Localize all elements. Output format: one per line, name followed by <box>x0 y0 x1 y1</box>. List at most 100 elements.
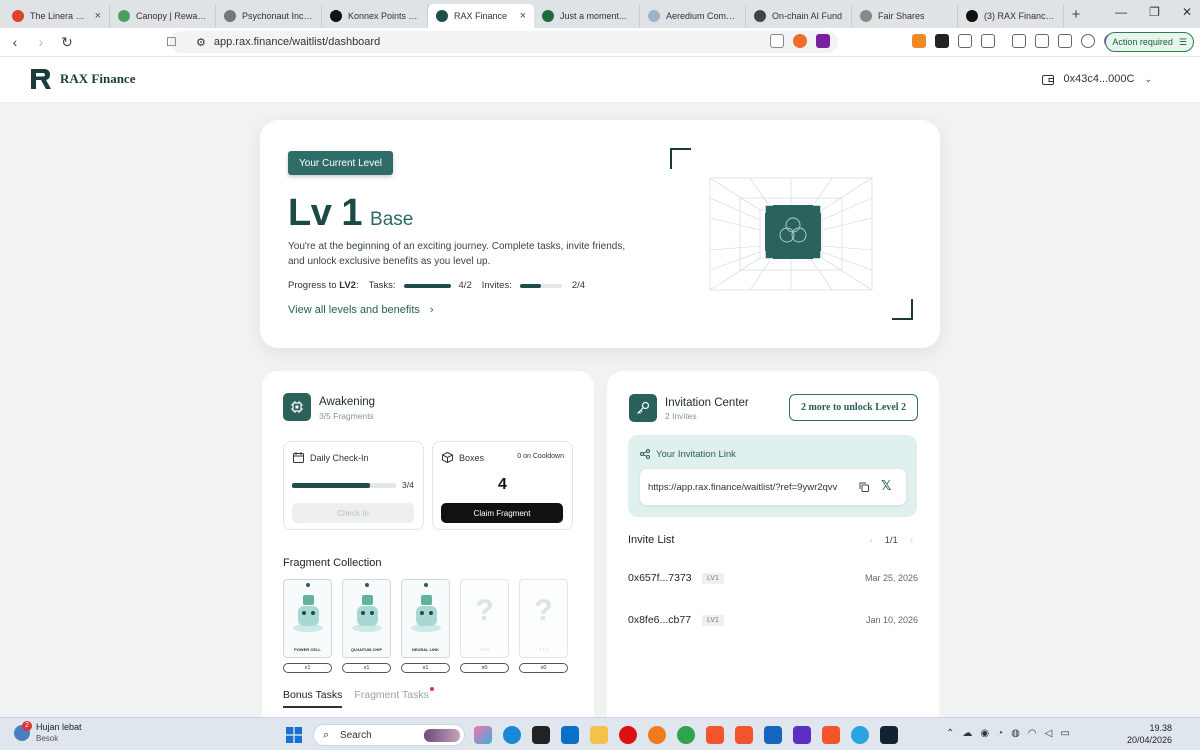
invitation-title: Invitation Center <box>665 397 749 409</box>
tab-bonus-tasks[interactable]: Bonus Tasks <box>283 689 343 708</box>
wallet-icon <box>1041 74 1054 85</box>
file-explorer-icon[interactable] <box>590 726 608 744</box>
clock-icon[interactable]: ◔ <box>997 728 1003 739</box>
wallet-dropdown[interactable]: 0x43c4...000C ⌄ <box>1041 73 1152 85</box>
action-required-button[interactable]: Action required ☰ <box>1105 32 1194 52</box>
battery-icon[interactable]: ▭ <box>1060 728 1069 739</box>
system-clock[interactable]: 19.38 20/04/2026 <box>1127 722 1172 746</box>
invites-label: Invites: <box>481 280 512 291</box>
chrome-icon[interactable] <box>677 726 695 744</box>
tasks-progress-fill <box>403 283 451 288</box>
brave-icon[interactable] <box>706 726 724 744</box>
view-levels-link[interactable]: View all levels and benefits › <box>288 304 434 316</box>
app-icon[interactable] <box>793 726 811 744</box>
close-window-icon[interactable]: ✕ <box>1182 5 1192 19</box>
metamask-app-icon[interactable] <box>880 726 898 744</box>
wallet-icon[interactable] <box>1035 34 1049 48</box>
search-highlight-icon <box>424 729 460 742</box>
invitation-card: Invitation Center 2 Invites 2 more to un… <box>607 371 939 717</box>
browser-tab[interactable]: Canopy | Rewards <box>110 4 216 28</box>
metamask-icon[interactable] <box>912 34 926 48</box>
forward-icon[interactable]: › <box>30 34 52 50</box>
sidebar-icon[interactable] <box>1012 34 1026 48</box>
firefox-icon[interactable] <box>648 726 666 744</box>
notion-icon[interactable] <box>532 726 550 744</box>
url-field[interactable]: ☐ ⚙ app.rax.finance/waitlist/dashboard <box>166 31 838 53</box>
wifi-icon[interactable]: ◠ <box>1028 728 1037 739</box>
weather-badge: 2 <box>22 721 32 731</box>
unlock-level-button[interactable]: 2 more to unlock Level 2 <box>789 394 918 421</box>
site-logo[interactable]: RAX Finance <box>30 68 135 90</box>
copy-icon[interactable] <box>859 482 869 492</box>
telegram-icon[interactable] <box>851 726 869 744</box>
invite-row: 0x657f...7373 LV1 Mar 25, 2026 <box>628 570 918 586</box>
browser-tab[interactable]: On-chain AI Fund <box>746 4 852 28</box>
reload-icon[interactable]: ↻ <box>56 34 78 51</box>
close-tab-icon[interactable]: × <box>520 10 526 22</box>
brave-shield-icon[interactable] <box>793 34 807 48</box>
copilot-icon[interactable] <box>474 726 492 744</box>
maximize-icon[interactable]: ❐ <box>1149 5 1160 19</box>
security-icon[interactable]: ◉ <box>980 728 989 739</box>
volume-icon[interactable]: ◁ <box>1045 728 1053 739</box>
rewards-icon[interactable] <box>816 34 830 48</box>
browser-tab[interactable]: The Linera Por × <box>4 4 110 28</box>
browser-tab[interactable]: Just a moment... <box>534 4 640 28</box>
chevron-up-icon[interactable]: ⌃ <box>946 728 954 739</box>
tab-fragment-tasks[interactable]: Fragment Tasks <box>354 687 434 708</box>
fragment-card[interactable]: POWER CELL <box>283 579 332 658</box>
browser-tab[interactable]: RAX Finance × <box>428 4 534 28</box>
brave-active-icon[interactable] <box>822 726 840 744</box>
minimize-icon[interactable]: — <box>1115 5 1127 19</box>
fragment-card[interactable]: ? ? ? ? <box>519 579 568 658</box>
puzzle-icon[interactable] <box>958 34 972 48</box>
store-icon[interactable] <box>561 726 579 744</box>
cloud-icon[interactable]: ☁ <box>962 728 972 739</box>
wallet-address: 0x43c4...000C <box>1063 73 1135 85</box>
fragment-name: ? ? ? <box>538 647 549 652</box>
close-tab-icon[interactable]: × <box>95 10 101 22</box>
prev-page-icon[interactable]: ‹ <box>869 535 872 546</box>
ai-icon[interactable] <box>1058 34 1072 48</box>
invitation-link-title: Your Invitation Link <box>656 449 736 460</box>
fragment-card[interactable]: ? ? ? ? <box>460 579 509 658</box>
check-in-button[interactable]: Check In <box>292 503 414 523</box>
chip-icon <box>283 393 311 421</box>
invitation-link-field[interactable]: https://app.rax.finance/waitlist/?ref=9y… <box>640 469 906 505</box>
fragment-count: x0 <box>519 663 568 673</box>
browser-tab[interactable]: Psychonaut Incuba <box>216 4 322 28</box>
extension-icon[interactable] <box>935 34 949 48</box>
claim-fragment-button[interactable]: Claim Fragment <box>441 503 563 523</box>
edge-icon[interactable] <box>503 726 521 744</box>
remote-desktop-icon[interactable] <box>764 726 782 744</box>
bookmark-icon[interactable]: ☐ <box>166 35 177 49</box>
site-info-icon[interactable]: ⚙ <box>196 36 206 49</box>
level-heading: Lv 1 Base <box>288 192 413 235</box>
browser-tab[interactable]: (3) RAX Finance on <box>958 4 1064 28</box>
invitation-link-panel: Your Invitation Link https://app.rax.fin… <box>628 435 917 517</box>
discord-icon[interactable]: ◍ <box>1011 728 1020 739</box>
windows-start-icon[interactable] <box>286 727 302 743</box>
fragment-collection-title: Fragment Collection <box>283 557 382 569</box>
weather-widget[interactable]: Hujan lebat Besok <box>36 722 82 744</box>
dashboard-main: Your Current Level Lv 1 Base You're at t… <box>0 103 1200 717</box>
camera-icon[interactable] <box>981 34 995 48</box>
brave-profile-icon[interactable] <box>735 726 753 744</box>
taskbar-search[interactable]: ⌕ Search <box>313 724 465 746</box>
vpn-icon[interactable] <box>1081 34 1095 48</box>
next-page-icon[interactable]: › <box>910 535 913 546</box>
tab-favicon-icon <box>860 10 872 22</box>
invitation-link-text: https://app.rax.finance/waitlist/?ref=9y… <box>648 481 838 493</box>
current-level-card: Your Current Level Lv 1 Base You're at t… <box>260 120 940 348</box>
back-icon[interactable]: ‹ <box>4 34 26 50</box>
opera-icon[interactable] <box>619 726 637 744</box>
share-on-x-icon[interactable]: 𝕏 <box>881 478 891 494</box>
new-tab-button[interactable]: + <box>1064 6 1088 23</box>
browser-tab[interactable]: Aeredium Commu <box>640 4 746 28</box>
fragment-card[interactable]: QUANTUM CHIP <box>342 579 391 658</box>
browser-tab[interactable]: Konnex Points Prog <box>322 4 428 28</box>
fragment-art-icon <box>411 595 441 632</box>
browser-tab[interactable]: Fair Shares <box>852 4 958 28</box>
share-icon[interactable] <box>770 34 784 48</box>
fragment-card[interactable]: NEURAL LINK <box>401 579 450 658</box>
